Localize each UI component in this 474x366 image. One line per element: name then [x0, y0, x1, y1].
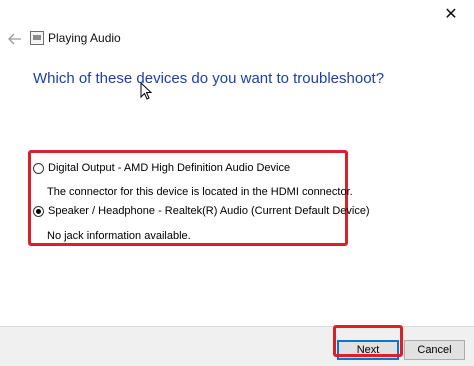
device-option-label: Digital Output - AMD High Definition Aud… — [48, 162, 291, 174]
device-option-speaker-headphone[interactable]: Speaker / Headphone - Realtek(R) Audio (… — [33, 205, 370, 217]
device-option-description: The connector for this device is located… — [47, 186, 353, 198]
playing-audio-icon — [30, 31, 44, 45]
arrow-left-icon — [8, 33, 21, 45]
page-heading: Which of these devices do you want to tr… — [33, 70, 385, 87]
radio-speaker-headphone[interactable] — [33, 205, 44, 217]
window-title: Playing Audio — [48, 31, 121, 45]
device-option-digital-output[interactable]: Digital Output - AMD High Definition Aud… — [33, 162, 290, 174]
next-button-highlight — [333, 325, 403, 357]
back-button[interactable] — [6, 30, 24, 48]
radio-digital-output[interactable] — [33, 162, 44, 174]
close-icon: ✕ — [444, 6, 458, 23]
device-option-label: Speaker / Headphone - Realtek(R) Audio (… — [48, 205, 370, 217]
device-option-description: No jack information available. — [47, 230, 191, 242]
cancel-button[interactable]: Cancel — [404, 340, 465, 360]
close-button[interactable]: ✕ — [428, 0, 474, 28]
mouse-cursor-icon — [140, 82, 153, 100]
